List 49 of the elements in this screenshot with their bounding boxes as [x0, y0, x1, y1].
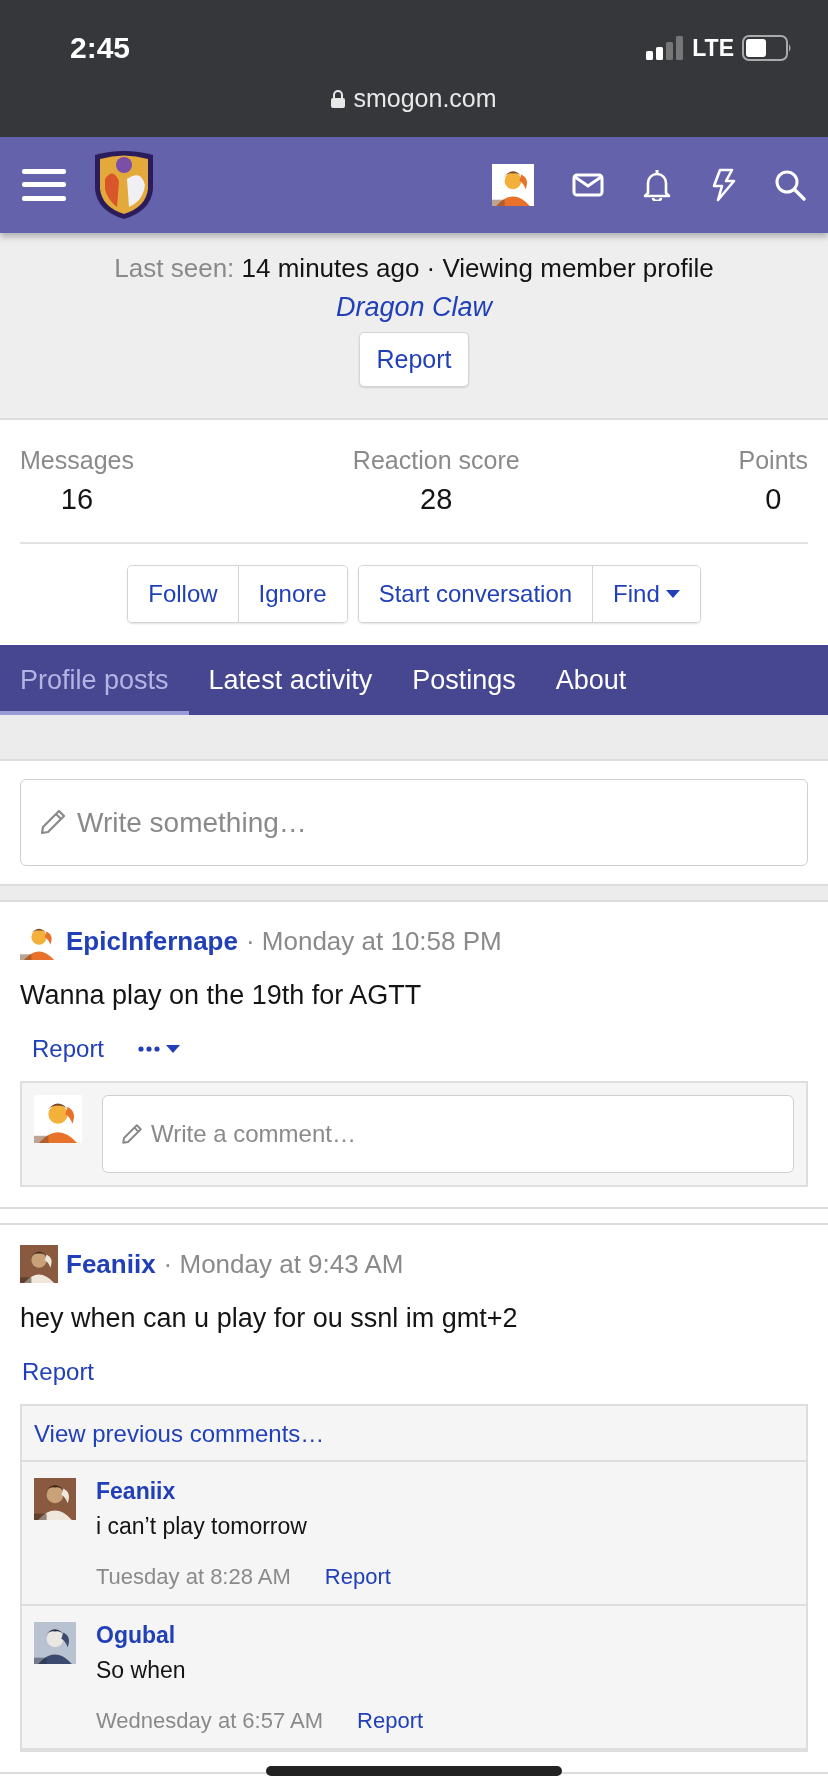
mail-icon[interactable]	[572, 173, 604, 197]
view-previous-comments-link[interactable]: View previous comments…	[22, 1406, 806, 1462]
post-text: Wanna play on the 19th for AGTT	[20, 980, 423, 1011]
activity-link[interactable]: Dragon Claw	[335, 292, 493, 323]
tab[interactable]: Latest activity	[188, 645, 393, 715]
comment-author[interactable]: Ogubal	[96, 1622, 424, 1649]
comment-field[interactable]: Write a comment…	[102, 1095, 794, 1173]
clock-time: 2:45	[70, 31, 131, 65]
action-button[interactable]: Follow	[128, 566, 238, 622]
lock-icon	[331, 89, 346, 108]
stat-value: 0	[765, 483, 782, 516]
action-button[interactable]: Start conversation	[358, 566, 593, 622]
signal-icon	[646, 36, 685, 60]
pencil-icon	[38, 807, 68, 837]
pencil-icon	[120, 1122, 144, 1146]
url-text[interactable]: smogon.com	[353, 84, 497, 113]
bell-icon[interactable]	[642, 169, 672, 201]
action-button[interactable]: Ignore	[237, 566, 347, 622]
post-time: · Monday at 10:58 PM	[245, 925, 502, 957]
search-icon[interactable]	[774, 169, 806, 201]
battery-icon	[742, 35, 792, 61]
comment-author[interactable]: Feaniix	[96, 1478, 391, 1505]
tab[interactable]: About	[535, 645, 647, 715]
write-something-field[interactable]: Write something…	[20, 779, 808, 866]
report-link[interactable]: Report	[357, 1708, 424, 1734]
report-link[interactable]: Report	[324, 1564, 391, 1590]
stat-value: 16	[60, 483, 94, 516]
menu-icon[interactable]	[22, 167, 66, 203]
report-button[interactable]: Report	[359, 332, 469, 387]
post-author[interactable]: EpicInfernape	[66, 925, 238, 957]
stat-label: Points	[738, 446, 808, 475]
bolt-icon[interactable]	[710, 168, 736, 202]
report-link[interactable]: Report	[22, 1358, 95, 1386]
stat-label: Reaction score	[352, 446, 520, 475]
stat-label: Messages	[20, 446, 134, 475]
find-dropdown[interactable]: Find	[592, 566, 700, 622]
comment-text: i can’t play tomorrow	[96, 1513, 308, 1540]
caret-icon	[665, 590, 680, 598]
tab[interactable]: Postings	[392, 645, 536, 715]
post-author[interactable]: Feaniix	[66, 1248, 156, 1280]
comment-text: So when	[96, 1657, 187, 1684]
last-seen-text: Last seen: 14 minutes ago · Viewing member profile	[113, 253, 715, 284]
network-label: LTE	[692, 34, 734, 62]
post-time: · Monday at 9:43 AM	[163, 1248, 404, 1280]
comment-time: Wednesday at 6:57 AM	[96, 1708, 324, 1734]
comment-time: Tuesday at 8:28 AM	[96, 1564, 291, 1590]
stat-value: 28	[420, 483, 453, 516]
report-link[interactable]: Report	[32, 1035, 105, 1063]
post-text: hey when can u play for ou ssnl im gmt+2	[20, 1303, 519, 1334]
